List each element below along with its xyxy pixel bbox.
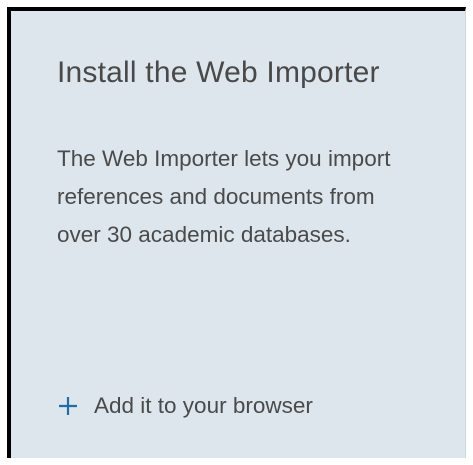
plus-icon — [57, 395, 79, 417]
web-importer-card: Install the Web Importer The Web Importe… — [7, 7, 466, 458]
card-title: Install the Web Importer — [57, 56, 380, 89]
add-to-browser-label: Add it to your browser — [94, 393, 313, 418]
card-description: The Web Importer lets you import referen… — [57, 146, 391, 247]
add-to-browser-link[interactable]: Add it to your browser — [57, 393, 313, 419]
